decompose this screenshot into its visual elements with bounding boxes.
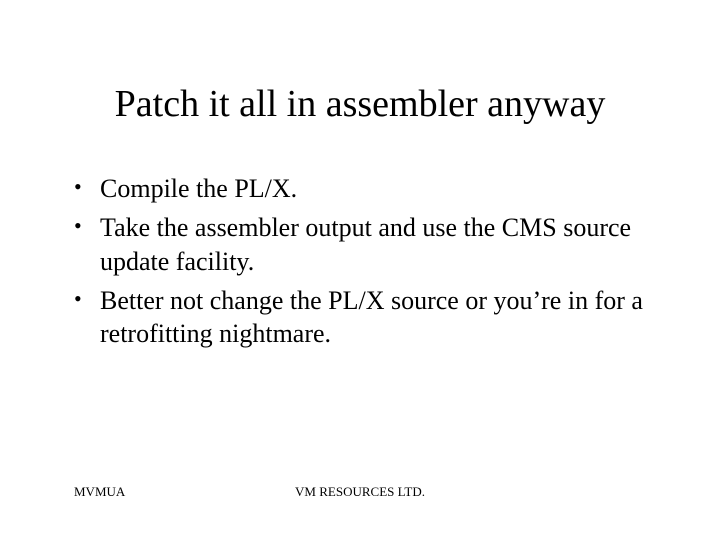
list-item: Take the assembler output and use the CM… [72,211,662,278]
footer-center: VM RESOURCES LTD. [0,484,720,500]
bullet-list: Compile the PL/X. Take the assembler out… [72,172,662,350]
slide-body: Compile the PL/X. Take the assembler out… [72,172,662,356]
list-item: Better not change the PL/X source or you… [72,284,662,351]
slide-title: Patch it all in assembler anyway [0,82,720,126]
list-item: Compile the PL/X. [72,172,662,205]
slide: Patch it all in assembler anyway Compile… [0,0,720,540]
